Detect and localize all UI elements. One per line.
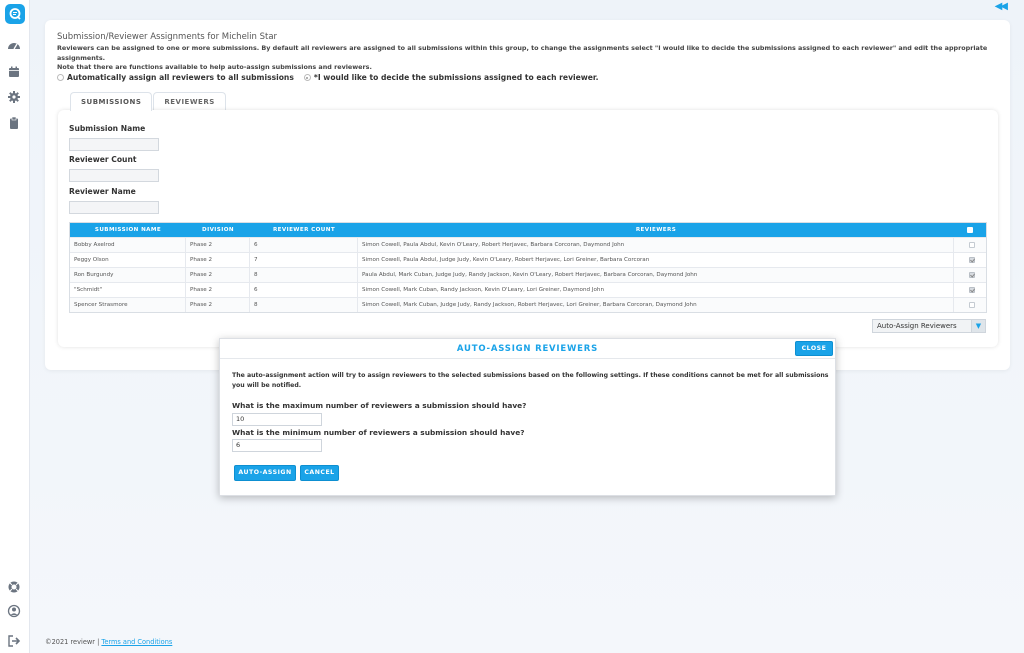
cancel-button[interactable]: CANCEL <box>300 465 339 481</box>
reviewer-count-input[interactable] <box>69 169 159 182</box>
modal-title: AUTO-ASSIGN REVIEWERS <box>456 344 599 354</box>
column-reviewers[interactable]: REVIEWERS <box>358 223 954 237</box>
copyright-text: ©2021 reviewr | <box>45 638 102 646</box>
close-button[interactable]: CLOSE <box>795 341 833 356</box>
select-all-checkbox[interactable] <box>954 223 986 237</box>
row-checkbox[interactable] <box>954 298 986 312</box>
cell-submission-name: Peggy Olson <box>70 253 186 267</box>
cell-submission-name: Bobby Axelrod <box>70 238 186 252</box>
dashboard-icon[interactable] <box>7 38 23 54</box>
auto-assign-dropdown[interactable]: Auto-Assign Reviewers ▼ <box>872 319 986 333</box>
auto-assign-button[interactable]: AUTO-ASSIGN <box>234 465 296 481</box>
reviewer-name-input[interactable] <box>69 201 159 214</box>
reviewer-count-label: Reviewer Count <box>69 155 137 164</box>
logout-icon[interactable] <box>7 633 23 649</box>
column-division[interactable]: DIVISION <box>186 223 250 237</box>
help-icon[interactable] <box>7 579 23 595</box>
auto-assign-modal: AUTO-ASSIGN REVIEWERS CLOSE The auto-ass… <box>219 338 836 496</box>
table-row[interactable]: Ron Burgundy Phase 2 8 Paula Abdul, Mark Cu… <box>70 267 986 282</box>
tab-reviewers[interactable]: REVIEWERS <box>153 92 226 110</box>
table-header: SUBMISSION NAME DIVISION REVIEWER COUNT … <box>70 223 986 237</box>
table-body: Bobby Axelrod Phase 2 6 Simon Cowell, Paula… <box>70 237 986 312</box>
cell-reviewer-count: 8 <box>250 298 358 312</box>
cell-reviewer-count: 6 <box>250 283 358 297</box>
column-reviewer-count[interactable]: REVIEWER COUNT <box>250 223 358 237</box>
cell-reviewer-count: 6 <box>250 238 358 252</box>
cell-submission-name: Ron Burgundy <box>70 268 186 282</box>
radio-manual-assign[interactable] <box>303 74 311 81</box>
table-row[interactable]: Spencer Strasmore Phase 2 8 Simon Cowell, M… <box>70 297 986 312</box>
max-reviewers-label: What is the maximum number of reviewers … <box>232 401 527 410</box>
cell-reviewer-count: 8 <box>250 268 358 282</box>
footer: ©2021 reviewr | Terms and Conditions <box>45 638 172 646</box>
min-reviewers-input[interactable]: 6 <box>232 439 322 452</box>
radio-auto-assign-label[interactable]: Automatically assign all reviewers to al… <box>67 73 294 82</box>
column-submission-name[interactable]: SUBMISSION NAME <box>70 223 186 237</box>
auto-assign-dropdown-label: Auto-Assign Reviewers <box>877 322 957 330</box>
submission-name-label: Submission Name <box>69 124 146 133</box>
tab-bar: SUBMISSIONS REVIEWERS <box>70 92 227 111</box>
cell-division: Phase 2 <box>186 268 250 282</box>
collapse-sidebar-icon[interactable]: ◀◀ <box>995 1 1008 12</box>
row-checkbox[interactable] <box>954 238 986 252</box>
cell-reviewer-count: 7 <box>250 253 358 267</box>
submissions-table: SUBMISSION NAME DIVISION REVIEWER COUNT … <box>69 222 987 313</box>
radio-auto-assign[interactable] <box>57 74 64 81</box>
table-row[interactable]: Peggy Olson Phase 2 7 Simon Cowell, Paula A… <box>70 252 986 267</box>
cell-reviewers: Paula Abdul, Mark Cuban, Judge Judy, Ran… <box>358 268 954 282</box>
cell-reviewers: Simon Cowell, Mark Cuban, Randy Jackson,… <box>358 283 954 297</box>
chevron-down-icon[interactable]: ▼ <box>971 320 985 332</box>
cell-division: Phase 2 <box>186 238 250 252</box>
table-row[interactable]: "Schmidt" Phase 2 6 Simon Cowell, Mark Cuba… <box>70 282 986 297</box>
page-description: Reviewers can be assigned to one or more… <box>57 44 988 71</box>
user-icon[interactable] <box>7 603 23 619</box>
cell-reviewers: Simon Cowell, Paula Abdul, Judge Judy, K… <box>358 253 954 267</box>
cell-submission-name: Spencer Strasmore <box>70 298 186 312</box>
calendar-icon[interactable] <box>7 64 23 80</box>
submission-name-input[interactable] <box>69 138 159 151</box>
modal-description: The auto-assignment action will try to a… <box>232 372 829 389</box>
row-checkbox[interactable] <box>954 283 986 297</box>
max-reviewers-input[interactable]: 10 <box>232 413 322 426</box>
logo-icon[interactable] <box>5 4 25 24</box>
clipboard-icon[interactable] <box>7 115 23 131</box>
cell-reviewers: Simon Cowell, Paula Abdul, Kevin O'Leary… <box>358 238 954 252</box>
submissions-panel: Submission Name Reviewer Count Reviewer … <box>58 110 998 347</box>
cell-reviewers: Simon Cowell, Mark Cuban, Judge Judy, Ra… <box>358 298 954 312</box>
main-card: Submission/Reviewer Assignments for Mich… <box>45 20 1010 370</box>
row-checkbox[interactable] <box>954 268 986 282</box>
row-checkbox[interactable] <box>954 253 986 267</box>
gear-icon[interactable] <box>7 89 23 105</box>
terms-link[interactable]: Terms and Conditions <box>101 638 172 646</box>
page-title: Submission/Reviewer Assignments for Mich… <box>57 32 278 42</box>
sidebar <box>0 0 30 653</box>
cell-division: Phase 2 <box>186 283 250 297</box>
radio-manual-assign-label[interactable]: *I would like to decide the submissions … <box>314 73 599 82</box>
min-reviewers-label: What is the minimum number of reviewers … <box>232 428 525 437</box>
tab-submissions[interactable]: SUBMISSIONS <box>70 92 153 111</box>
cell-division: Phase 2 <box>186 298 250 312</box>
modal-header: AUTO-ASSIGN REVIEWERS CLOSE <box>220 339 835 359</box>
reviewer-name-label: Reviewer Name <box>69 187 136 196</box>
cell-division: Phase 2 <box>186 253 250 267</box>
assignment-mode: Automatically assign all reviewers to al… <box>57 73 598 82</box>
table-row[interactable]: Bobby Axelrod Phase 2 6 Simon Cowell, Paula… <box>70 237 986 252</box>
cell-submission-name: "Schmidt" <box>70 283 186 297</box>
